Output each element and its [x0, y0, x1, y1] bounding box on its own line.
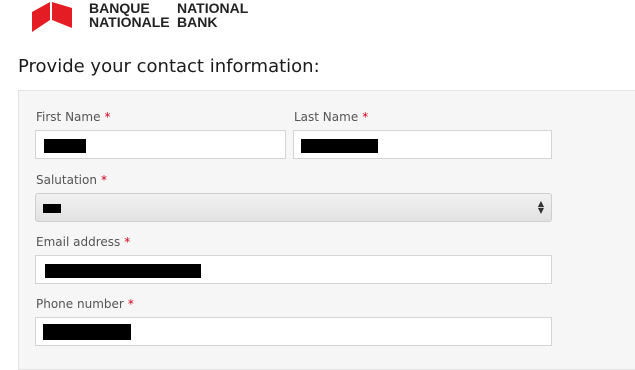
national-bank-logo-icon: [32, 2, 72, 32]
redacted-value: [43, 204, 61, 213]
first-name-label: First Name *: [36, 110, 110, 124]
last-name-label-text: Last Name: [294, 110, 359, 124]
salutation-select[interactable]: ▲ ▼: [35, 193, 552, 222]
brand-fr-line1: BANQUE: [89, 0, 150, 16]
phone-label-text: Phone number: [36, 297, 124, 311]
redacted-value: [43, 324, 131, 340]
required-marker: *: [124, 235, 131, 249]
required-marker: *: [362, 110, 369, 124]
redacted-value: [44, 139, 86, 153]
last-name-input[interactable]: [293, 130, 552, 159]
salutation-label: Salutation *: [36, 173, 107, 187]
bank-header: BANQUE NATIONALE NATIONAL BANK: [32, 0, 332, 38]
salutation-label-text: Salutation: [36, 173, 97, 187]
email-input[interactable]: [35, 255, 552, 284]
brand-name-english: NATIONAL BANK: [177, 1, 248, 29]
email-label: Email address *: [36, 235, 130, 249]
required-marker: *: [127, 297, 134, 311]
phone-input[interactable]: [35, 317, 552, 346]
brand-en-line1: NATIONAL: [177, 0, 249, 16]
contact-form: First Name * Last Name * Salutation * ▲ ▼ Em…: [18, 90, 635, 370]
phone-label: Phone number *: [36, 297, 134, 311]
first-name-input[interactable]: [35, 130, 286, 159]
last-name-label: Last Name *: [294, 110, 368, 124]
select-arrows-icon: ▲ ▼: [537, 199, 545, 215]
brand-name-french: BANQUE NATIONALE: [89, 1, 170, 29]
required-marker: *: [104, 110, 111, 124]
redacted-value: [301, 139, 378, 153]
first-name-label-text: First Name: [36, 110, 101, 124]
page-title: Provide your contact information:: [18, 56, 320, 77]
redacted-value: [45, 264, 201, 278]
email-label-text: Email address: [36, 235, 121, 249]
required-marker: *: [100, 173, 107, 187]
brand-en-line2: BANK: [177, 14, 218, 30]
brand-fr-line2: NATIONALE: [89, 14, 170, 30]
